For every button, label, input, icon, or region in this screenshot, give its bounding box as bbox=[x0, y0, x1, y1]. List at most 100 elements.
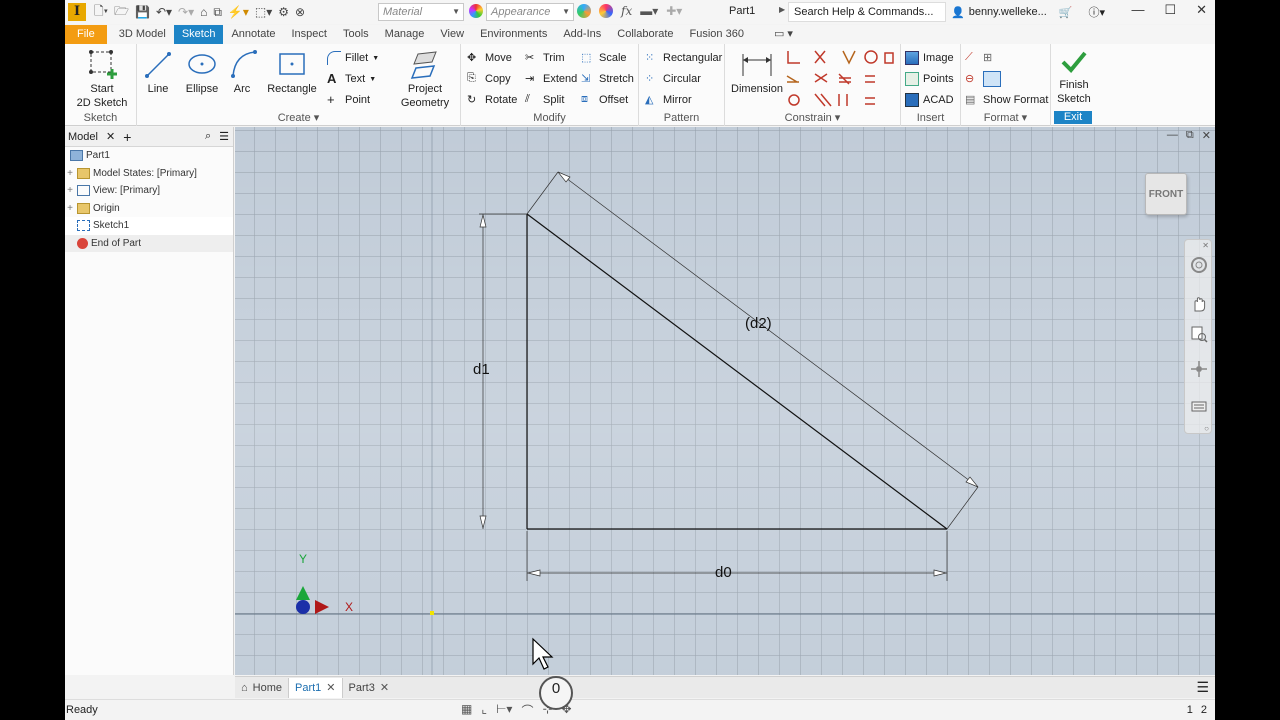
help-expand-icon[interactable]: ▶ bbox=[779, 5, 785, 14]
tabs-menu-icon[interactable]: ☰ bbox=[1196, 679, 1209, 696]
inventor-logo-icon[interactable]: I bbox=[68, 3, 86, 21]
arc-button[interactable]: Arc bbox=[229, 48, 257, 96]
move-button[interactable]: ✥ Move bbox=[467, 50, 512, 66]
tab-manage[interactable]: Manage bbox=[377, 25, 433, 44]
return-icon[interactable]: ⧉ bbox=[213, 5, 222, 20]
browser-tab-model[interactable]: Model bbox=[68, 131, 98, 143]
tab-tools[interactable]: Tools bbox=[335, 25, 377, 44]
save-icon[interactable]: 💾 bbox=[135, 5, 150, 19]
fillet-button[interactable]: Fillet ▼ bbox=[327, 50, 379, 66]
add-browser-icon[interactable]: + bbox=[123, 129, 131, 145]
menu-icon[interactable]: ☰ bbox=[219, 130, 229, 143]
tab-inspect[interactable]: Inspect bbox=[284, 25, 335, 44]
tab-add-ins[interactable]: Add-Ins bbox=[555, 25, 609, 44]
project-geometry-button[interactable]: Project Geometry bbox=[395, 48, 455, 110]
split-button[interactable]: ⫽ Split bbox=[525, 92, 564, 108]
tab-environments[interactable]: Environments bbox=[472, 25, 555, 44]
look-at-icon[interactable] bbox=[1190, 397, 1208, 415]
format-panel-label[interactable]: Format ▾ bbox=[961, 111, 1050, 124]
tree-item-model-states[interactable]: + Model States: [Primary] bbox=[65, 165, 233, 183]
points-button[interactable]: Points bbox=[905, 71, 954, 87]
adjust-icon[interactable] bbox=[577, 4, 591, 18]
undo-icon[interactable]: ↶▾ bbox=[156, 5, 172, 19]
dimension-button[interactable]: Dimension bbox=[729, 48, 785, 96]
doc-tab-part1[interactable]: Part1 ✕ bbox=[288, 677, 343, 698]
select-icon[interactable]: ⬚▾ bbox=[255, 5, 272, 19]
centerline-icon[interactable]: ⊞ bbox=[983, 51, 997, 65]
show-format-button[interactable]: ▤ Show Format bbox=[965, 92, 1048, 108]
point-button[interactable]: + Point bbox=[327, 92, 370, 108]
clear-appearance-icon[interactable] bbox=[599, 4, 613, 18]
rectangle-button[interactable]: Rectangle bbox=[265, 48, 319, 96]
doc-tab-part3[interactable]: Part3 ✕ bbox=[343, 678, 396, 698]
tab-3d-model[interactable]: 3D Model bbox=[111, 25, 174, 44]
clear-override-icon[interactable]: ⊗ bbox=[295, 5, 305, 19]
zoom-icon[interactable] bbox=[1190, 325, 1208, 343]
mirror-button[interactable]: ◭ Mirror bbox=[645, 92, 692, 108]
expand-icon[interactable]: + bbox=[65, 203, 75, 214]
color-override-icon[interactable]: ⚙ bbox=[278, 5, 289, 19]
tree-item-end-of-part[interactable]: End of Part bbox=[65, 234, 233, 252]
tab-annotate[interactable]: Annotate bbox=[223, 25, 283, 44]
tree-item-part1[interactable]: Part1 bbox=[65, 147, 233, 165]
center-point-button[interactable]: ⊖ bbox=[965, 71, 1001, 87]
tab-sketch[interactable]: Sketch bbox=[173, 25, 224, 44]
fx-icon[interactable]: fx bbox=[621, 4, 632, 18]
offset-button[interactable]: ⧈ Offset bbox=[581, 92, 628, 108]
measure-icon[interactable]: ▬▾ bbox=[640, 4, 658, 18]
expand-icon[interactable]: + bbox=[65, 168, 75, 179]
dimension-label-d1[interactable]: d1 bbox=[473, 361, 490, 378]
user-account[interactable]: 👤 benny.welleke... 🛒 ⓘ▾ bbox=[951, 4, 1105, 20]
open-icon[interactable]: 🗁 bbox=[114, 2, 129, 23]
close-window-icon[interactable]: ✕ bbox=[1196, 2, 1207, 18]
extend-button[interactable]: ⇥ Extend bbox=[525, 71, 577, 87]
copy-button[interactable]: ⎘ Copy bbox=[467, 71, 511, 87]
cart-icon[interactable]: 🛒 bbox=[1059, 6, 1073, 19]
create-panel-label[interactable]: Create ▾ bbox=[137, 111, 460, 124]
acad-button[interactable]: ACAD bbox=[905, 92, 954, 108]
minimize-icon[interactable]: — bbox=[1131, 2, 1144, 18]
redo-icon[interactable]: ↷▾ bbox=[178, 5, 194, 19]
scale-button[interactable]: ⬚ Scale bbox=[581, 50, 627, 66]
rectangular-pattern-button[interactable]: ⁙ Rectangular bbox=[645, 50, 722, 66]
start-2d-sketch-button[interactable]: Start 2D Sketch bbox=[71, 48, 133, 110]
navbar-close-icon[interactable]: ✕ bbox=[1202, 241, 1209, 250]
page-number-1[interactable]: 1 bbox=[1187, 704, 1193, 716]
text-button[interactable]: A Text ▼ bbox=[327, 71, 376, 87]
close-tab-icon[interactable]: ✕ bbox=[380, 678, 389, 698]
ribbon-options-icon[interactable]: ▭ ▾ bbox=[766, 25, 801, 44]
tab-file[interactable]: File bbox=[65, 25, 107, 44]
constrain-panel-label[interactable]: Constrain ▾ bbox=[725, 111, 900, 124]
dimension-label-d2[interactable]: (d2) bbox=[745, 315, 772, 332]
update-icon[interactable]: ⚡▾ bbox=[228, 5, 249, 19]
slice-graphics-icon[interactable]: ⌒ bbox=[521, 702, 533, 719]
ellipse-button[interactable]: Ellipse bbox=[185, 48, 219, 96]
appearance-dropdown[interactable]: Appearance ▼ bbox=[486, 3, 574, 21]
close-tab-icon[interactable]: ✕ bbox=[326, 678, 335, 698]
search-input[interactable]: Search Help & Commands... bbox=[788, 2, 946, 22]
help-icon[interactable]: ⓘ▾ bbox=[1088, 4, 1105, 20]
expand-icon[interactable]: + bbox=[65, 185, 75, 196]
grid-snap-icon[interactable]: ▦ bbox=[461, 702, 472, 719]
circular-pattern-button[interactable]: ⁘ Circular bbox=[645, 71, 701, 87]
page-number-2[interactable]: 2 bbox=[1201, 704, 1207, 716]
viewcube[interactable]: FRONT bbox=[1145, 173, 1187, 215]
material-dropdown[interactable]: Material ▼ bbox=[378, 3, 464, 21]
tab-fusion-360[interactable]: Fusion 360 bbox=[682, 25, 752, 44]
new-icon[interactable]: 🗋▾ bbox=[94, 2, 108, 23]
pan-icon[interactable] bbox=[1190, 295, 1208, 313]
navbar-options-icon[interactable]: ○ bbox=[1204, 424, 1209, 433]
trim-button[interactable]: ✂ Trim bbox=[525, 50, 565, 66]
dimension-display-icon[interactable]: ⊢▾ bbox=[496, 702, 512, 719]
constraint-inference-icon[interactable]: ⌞ bbox=[481, 702, 487, 719]
steering-wheel-icon[interactable] bbox=[1190, 256, 1208, 274]
line-button[interactable]: Line bbox=[143, 48, 173, 96]
tree-item-sketch1[interactable]: Sketch1 bbox=[65, 217, 233, 235]
rotate-button[interactable]: ↻ Rotate bbox=[467, 92, 517, 108]
home-icon[interactable]: ⌂ bbox=[200, 5, 207, 19]
tab-view[interactable]: View bbox=[432, 25, 472, 44]
tree-item-view[interactable]: + View: [Primary] bbox=[65, 182, 233, 200]
close-browser-icon[interactable]: ✕ bbox=[106, 130, 115, 143]
doc-tab-home[interactable]: ⌂ Home bbox=[235, 678, 288, 698]
driven-dimension-icon[interactable] bbox=[983, 71, 1001, 87]
